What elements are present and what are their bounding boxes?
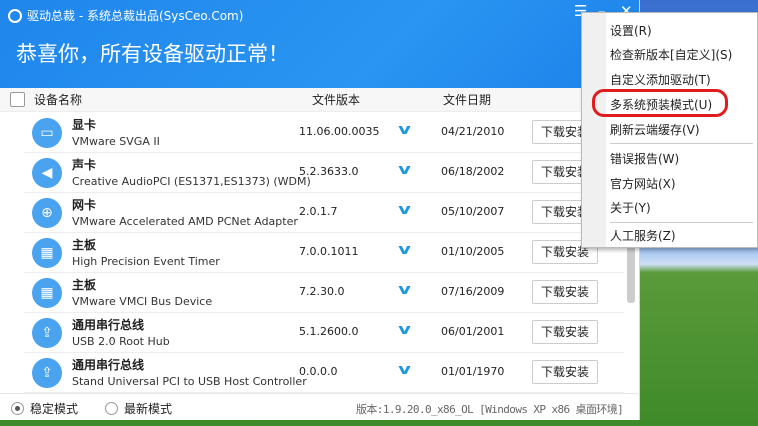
menu-item[interactable]: 检查新版本[自定义](S) [610,46,732,63]
chevron-down-icon[interactable]: v [398,162,411,178]
file-date: 01/10/2005 [441,245,505,258]
globe-icon: ⊕ [32,198,62,228]
context-menu: 设置(R) 检查新版本[自定义](S) 自定义添加驱动(T) 多系统预装模式(U) 刷新… [581,12,758,248]
file-date: 06/18/2002 [441,165,505,178]
usb-icon: ⇪ [32,318,62,348]
device-name: VMware VMCI Bus Device [72,295,213,308]
status-headline: 恭喜你，所有设备驱动正常！ [16,42,289,66]
column-name: 设备名称 [34,93,83,107]
speaker-icon: ◀ [32,158,62,188]
menu-item[interactable]: 设置(R) [610,22,652,39]
menu-item[interactable]: 关于(Y) [610,199,651,216]
app-window: 驱动总裁 - 系统总裁出品(SysCeo.Com) ☰ – ✕ 恭喜你，所有设备… [0,0,640,420]
chevron-down-icon[interactable]: v [398,122,411,138]
chevron-down-icon[interactable]: v [398,242,411,258]
file-version: 7.0.0.1011 [299,245,359,258]
column-date: 文件日期 [443,93,492,107]
monitor-icon: ▭ [32,118,62,148]
chevron-down-icon[interactable]: v [398,202,411,218]
file-version: 7.2.30.0 [299,285,345,298]
chevron-down-icon[interactable]: v [398,282,411,298]
file-version: 5.2.3633.0 [299,165,359,178]
file-version: 0.0.0.0 [299,365,338,378]
stable-mode-radio[interactable] [11,402,24,415]
device-category: 主板 [72,278,97,292]
latest-mode-radio[interactable] [105,402,118,415]
menu-item[interactable]: 刷新云端缓存(V) [610,121,700,138]
chevron-down-icon[interactable]: v [398,362,411,378]
device-category: 显卡 [72,118,97,132]
app-logo-icon [8,8,22,23]
device-name: Stand Universal PCI to USB Host Controll… [72,375,307,388]
header-banner: 驱动总裁 - 系统总裁出品(SysCeo.Com) ☰ – ✕ 恭喜你，所有设备… [0,0,639,88]
version-info: 版本:1.9.20.0_x86_OL [Windows XP x86 桌面环境] [356,403,624,416]
motherboard-icon: ▦ [32,278,62,308]
download-install-button[interactable]: 下载安装 [532,280,598,304]
footer: 稳定模式 最新模式 版本:1.9.20.0_x86_OL [Windows XP… [0,393,640,420]
latest-mode-label[interactable]: 最新模式 [124,400,172,417]
driver-row: ▦ 主板 High Precision Event Timer 7.0.0.10… [24,233,624,273]
device-name: Creative AudioPCI (ES1371,ES1373) (WDM) [72,175,311,188]
menu-separator [610,143,753,144]
download-install-button[interactable]: 下载安装 [532,320,598,344]
device-category: 网卡 [72,198,97,212]
device-category: 通用串行总线 [72,358,145,372]
file-date: 05/10/2007 [441,205,505,218]
column-version: 文件版本 [312,93,361,107]
file-version: 5.1.2600.0 [299,325,359,338]
file-date: 01/01/1970 [441,365,505,378]
menu-gutter [582,13,606,247]
file-date: 04/21/2010 [441,125,505,138]
driver-row: ▭ 显卡 VMware SVGA II 11.06.00.0035 v 04/2… [24,113,624,153]
driver-row: ⇪ 通用串行总线 USB 2.0 Root Hub 5.1.2600.0 v 0… [24,313,624,353]
highlight-annotation [592,89,728,117]
chevron-down-icon[interactable]: v [398,322,411,338]
device-category: 声卡 [72,158,97,172]
menu-item[interactable]: 错误报告(W) [610,150,679,167]
file-date: 07/16/2009 [441,285,505,298]
device-name: USB 2.0 Root Hub [72,335,170,348]
device-category: 主板 [72,238,97,252]
menu-item[interactable]: 自定义添加驱动(T) [610,71,711,88]
stable-mode-label[interactable]: 稳定模式 [30,400,78,417]
device-name: High Precision Event Timer [72,255,220,268]
menu-item[interactable]: 官方网站(X) [610,175,676,192]
device-name: VMware Accelerated AMD PCNet Adapter [72,215,298,228]
file-date: 06/01/2001 [441,325,505,338]
menu-item[interactable]: 人工服务(Z) [610,227,676,244]
device-name: VMware SVGA II [72,135,160,148]
title-bar: 驱动总裁 - 系统总裁出品(SysCeo.Com) [8,7,243,24]
motherboard-icon: ▦ [32,238,62,268]
menu-separator [610,222,753,223]
driver-row: ⇪ 通用串行总线 Stand Universal PCI to USB Host… [24,353,624,393]
device-category: 通用串行总线 [72,318,145,332]
download-install-button[interactable]: 下载安装 [532,360,598,384]
select-all-checkbox[interactable] [10,92,25,107]
window-title: 驱动总裁 - 系统总裁出品(SysCeo.Com) [27,9,244,23]
driver-row: ◀ 声卡 Creative AudioPCI (ES1371,ES1373) (… [24,153,624,193]
file-version: 11.06.00.0035 [299,125,380,138]
driver-row: ▦ 主板 VMware VMCI Bus Device 7.2.30.0 v 0… [24,273,624,313]
file-version: 2.0.1.7 [299,205,338,218]
usb-icon: ⇪ [32,358,62,388]
driver-row: ⊕ 网卡 VMware Accelerated AMD PCNet Adapte… [24,193,624,233]
table-header: 设备名称 文件版本 文件日期 [0,88,639,112]
